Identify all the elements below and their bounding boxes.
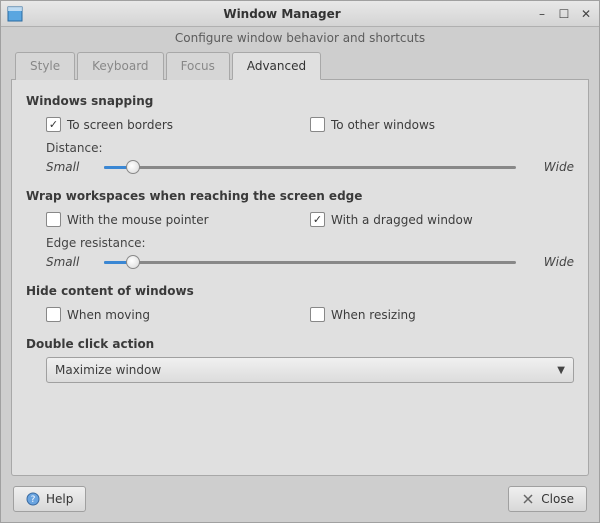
- window-title: Window Manager: [29, 7, 535, 21]
- combo-selected-label: Maximize window: [55, 363, 161, 377]
- label-dragged-window: With a dragged window: [331, 213, 473, 227]
- slider-snapping-max-label: Wide: [524, 160, 574, 174]
- checkbox-when-resizing[interactable]: [310, 307, 325, 322]
- checkbox-dragged-window[interactable]: [310, 212, 325, 227]
- label-mouse-pointer: With the mouse pointer: [67, 213, 209, 227]
- help-icon: ?: [26, 492, 40, 506]
- checkbox-screen-borders[interactable]: [46, 117, 61, 132]
- tab-keyboard[interactable]: Keyboard: [77, 52, 163, 80]
- close-button[interactable]: Close: [508, 486, 587, 512]
- combo-double-click-action[interactable]: Maximize window ▼: [46, 357, 574, 383]
- label-screen-borders: To screen borders: [67, 118, 173, 132]
- help-button[interactable]: ? Help: [13, 486, 86, 512]
- slider-wrap-max-label: Wide: [524, 255, 574, 269]
- section-dblclick-title: Double click action: [26, 337, 574, 351]
- tab-focus[interactable]: Focus: [166, 52, 230, 80]
- close-window-button[interactable]: ✕: [579, 7, 593, 21]
- slider-snapping-distance[interactable]: [104, 159, 516, 175]
- close-button-label: Close: [541, 492, 574, 506]
- window-subtitle: Configure window behavior and shortcuts: [1, 27, 599, 51]
- help-button-label: Help: [46, 492, 73, 506]
- label-when-resizing: When resizing: [331, 308, 416, 322]
- checkbox-when-moving[interactable]: [46, 307, 61, 322]
- app-icon: [7, 6, 23, 22]
- section-snapping-title: Windows snapping: [26, 94, 574, 108]
- tab-bar: Style Keyboard Focus Advanced: [11, 51, 589, 80]
- label-when-moving: When moving: [67, 308, 150, 322]
- svg-text:?: ?: [31, 495, 36, 505]
- slider-wrap-min-label: Small: [46, 255, 96, 269]
- section-hide-title: Hide content of windows: [26, 284, 574, 298]
- label-other-windows: To other windows: [331, 118, 435, 132]
- tab-panel-advanced: Windows snapping To screen borders To ot…: [11, 80, 589, 476]
- checkbox-mouse-pointer[interactable]: [46, 212, 61, 227]
- tab-advanced[interactable]: Advanced: [232, 52, 321, 80]
- checkbox-other-windows[interactable]: [310, 117, 325, 132]
- section-wrap-title: Wrap workspaces when reaching the screen…: [26, 189, 574, 203]
- chevron-down-icon: ▼: [557, 365, 565, 376]
- content-area: Style Keyboard Focus Advanced Windows sn…: [1, 51, 599, 522]
- label-distance: Distance:: [46, 141, 574, 155]
- window-manager-dialog: Window Manager – ☐ ✕ Configure window be…: [0, 0, 600, 523]
- tab-style[interactable]: Style: [15, 52, 75, 80]
- slider-snapping-min-label: Small: [46, 160, 96, 174]
- slider-edge-resistance[interactable]: [104, 254, 516, 270]
- dialog-footer: ? Help Close: [11, 486, 589, 512]
- titlebar: Window Manager – ☐ ✕: [1, 1, 599, 27]
- minimize-button[interactable]: –: [535, 7, 549, 21]
- titlebar-controls: – ☐ ✕: [535, 7, 593, 21]
- close-icon: [521, 492, 535, 506]
- label-edge-resistance: Edge resistance:: [46, 236, 574, 250]
- maximize-button[interactable]: ☐: [557, 7, 571, 21]
